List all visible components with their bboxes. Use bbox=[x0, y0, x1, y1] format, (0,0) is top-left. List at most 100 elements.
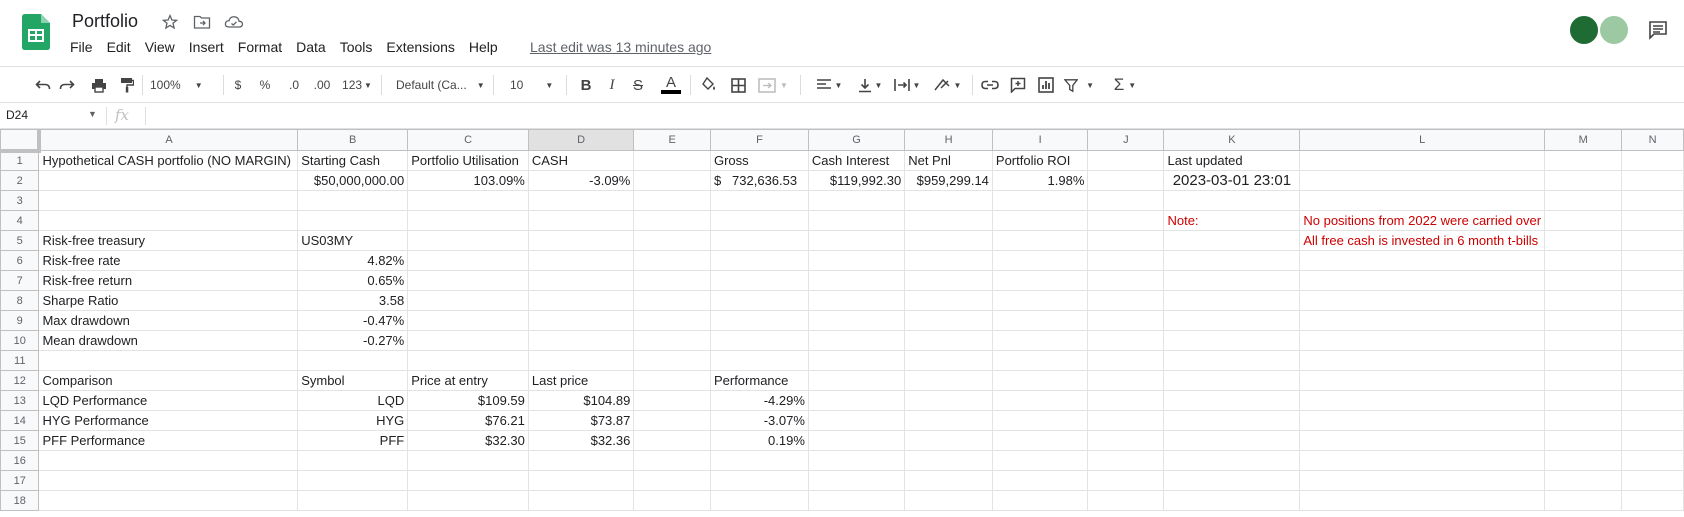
cell-d16[interactable] bbox=[527, 450, 635, 471]
cell-k6[interactable] bbox=[1163, 250, 1301, 271]
cell-k4[interactable]: Note: bbox=[1163, 210, 1301, 231]
cell-c16[interactable] bbox=[407, 450, 529, 471]
cell-i14[interactable] bbox=[991, 410, 1089, 431]
cell-a5[interactable]: Risk-free treasury bbox=[38, 230, 299, 251]
cell-f6[interactable] bbox=[709, 250, 809, 271]
column-header-c[interactable]: C bbox=[407, 129, 529, 151]
row-header[interactable]: 11 bbox=[0, 350, 40, 371]
cell-d4[interactable] bbox=[527, 210, 635, 231]
cell-b6[interactable]: 4.82% bbox=[297, 250, 409, 271]
document-title[interactable]: Portfolio bbox=[72, 11, 138, 32]
cell-g8[interactable] bbox=[807, 290, 906, 311]
row-header[interactable]: 7 bbox=[0, 270, 40, 291]
cell-a16[interactable] bbox=[38, 450, 299, 471]
cell-l13[interactable] bbox=[1299, 390, 1546, 411]
cell-i4[interactable] bbox=[991, 210, 1089, 231]
fill-color-icon[interactable] bbox=[700, 75, 718, 95]
text-rotation-icon[interactable]: ▼ bbox=[932, 75, 962, 95]
cell-j3[interactable] bbox=[1087, 190, 1165, 211]
filter-icon[interactable]: ▼ bbox=[1064, 75, 1094, 95]
cell-i13[interactable] bbox=[991, 390, 1089, 411]
cell-a8[interactable]: Sharpe Ratio bbox=[38, 290, 299, 311]
cell-d6[interactable] bbox=[527, 250, 635, 271]
cell-e11[interactable] bbox=[633, 350, 711, 371]
cell-d3[interactable] bbox=[527, 190, 635, 211]
paint-format-icon[interactable] bbox=[118, 75, 136, 95]
bold-icon[interactable]: B bbox=[578, 75, 594, 95]
merge-cells-icon[interactable]: ▼ bbox=[756, 75, 790, 95]
zoom-select[interactable]: 100% ▼ bbox=[150, 75, 203, 95]
last-edit-link[interactable]: Last edit was 13 minutes ago bbox=[530, 39, 711, 55]
column-header-n[interactable]: N bbox=[1621, 129, 1684, 151]
undo-icon[interactable] bbox=[34, 75, 52, 95]
cell-f10[interactable] bbox=[709, 330, 809, 351]
cell-i6[interactable] bbox=[991, 250, 1089, 271]
avatar[interactable] bbox=[1598, 14, 1630, 46]
cell-k5[interactable] bbox=[1163, 230, 1301, 251]
cell-e14[interactable] bbox=[633, 410, 711, 431]
cloud-status-icon[interactable] bbox=[224, 12, 244, 32]
cell-d2[interactable]: -3.09% bbox=[527, 170, 635, 191]
cell-c3[interactable] bbox=[407, 190, 529, 211]
cell-i1[interactable]: Portfolio ROI bbox=[991, 150, 1089, 171]
cell-i7[interactable] bbox=[991, 270, 1089, 291]
menu-edit[interactable]: Edit bbox=[107, 39, 137, 55]
cell-f7[interactable] bbox=[709, 270, 809, 291]
menu-file[interactable]: File bbox=[70, 39, 99, 55]
cell-g14[interactable] bbox=[807, 410, 906, 431]
cell-h5[interactable] bbox=[904, 230, 993, 251]
cell-n7[interactable] bbox=[1621, 270, 1684, 291]
cell-c5[interactable] bbox=[407, 230, 529, 251]
cell-b1[interactable]: Starting Cash bbox=[297, 150, 409, 171]
cell-a10[interactable]: Mean drawdown bbox=[38, 330, 299, 351]
cell-m12[interactable] bbox=[1544, 370, 1623, 391]
cell-b9[interactable]: -0.47% bbox=[297, 310, 409, 331]
menu-insert[interactable]: Insert bbox=[189, 39, 230, 55]
cell-l4[interactable]: No positions from 2022 were carried over bbox=[1299, 210, 1546, 231]
cell-g5[interactable] bbox=[807, 230, 906, 251]
cell-j17[interactable] bbox=[1087, 470, 1165, 491]
cell-j9[interactable] bbox=[1087, 310, 1165, 331]
cell-h17[interactable] bbox=[904, 470, 993, 491]
cell-m15[interactable] bbox=[1544, 430, 1623, 451]
cell-f12[interactable]: Performance bbox=[709, 370, 809, 391]
cell-m4[interactable] bbox=[1544, 210, 1623, 231]
cell-e3[interactable] bbox=[633, 190, 711, 211]
cell-d13[interactable]: $104.89 bbox=[527, 390, 635, 411]
insert-comment-icon[interactable] bbox=[1008, 75, 1028, 95]
formula-input[interactable] bbox=[152, 108, 1652, 126]
row-header[interactable]: 9 bbox=[0, 310, 40, 331]
cell-c9[interactable] bbox=[407, 310, 529, 331]
cell-m5[interactable] bbox=[1544, 230, 1623, 251]
cell-c2[interactable]: 103.09% bbox=[407, 170, 529, 191]
cell-d12[interactable]: Last price bbox=[527, 370, 635, 391]
cell-m17[interactable] bbox=[1544, 470, 1623, 491]
cell-d1[interactable]: CASH bbox=[527, 150, 635, 171]
cell-j4[interactable] bbox=[1087, 210, 1165, 231]
cell-i18[interactable] bbox=[991, 490, 1089, 511]
column-header-g[interactable]: G bbox=[807, 129, 906, 151]
column-header-m[interactable]: M bbox=[1544, 129, 1623, 151]
cell-a1[interactable]: Hypothetical CASH portfolio (NO MARGIN) bbox=[38, 150, 299, 171]
decrease-decimal-button[interactable]: .0 bbox=[284, 75, 304, 95]
cell-g2[interactable]: $119,992.30 bbox=[807, 170, 906, 191]
cell-f15[interactable]: 0.19% bbox=[709, 430, 809, 451]
cell-e8[interactable] bbox=[633, 290, 711, 311]
cell-a14[interactable]: HYG Performance bbox=[38, 410, 299, 431]
cell-c7[interactable] bbox=[407, 270, 529, 291]
cell-m10[interactable] bbox=[1544, 330, 1623, 351]
cell-d11[interactable] bbox=[527, 350, 635, 371]
avatar[interactable] bbox=[1568, 14, 1600, 46]
cell-b10[interactable]: -0.27% bbox=[297, 330, 409, 351]
cell-h13[interactable] bbox=[904, 390, 993, 411]
cell-b5[interactable]: US03MY bbox=[297, 230, 409, 251]
cell-a13[interactable]: LQD Performance bbox=[38, 390, 299, 411]
menu-data[interactable]: Data bbox=[296, 39, 332, 55]
column-header-d[interactable]: D bbox=[527, 129, 635, 151]
column-header-j[interactable]: J bbox=[1087, 129, 1165, 151]
cell-c14[interactable]: $76.21 bbox=[407, 410, 529, 431]
cell-e18[interactable] bbox=[633, 490, 711, 511]
cell-n5[interactable] bbox=[1621, 230, 1684, 251]
cell-b14[interactable]: HYG bbox=[297, 410, 409, 431]
cell-h12[interactable] bbox=[904, 370, 993, 391]
